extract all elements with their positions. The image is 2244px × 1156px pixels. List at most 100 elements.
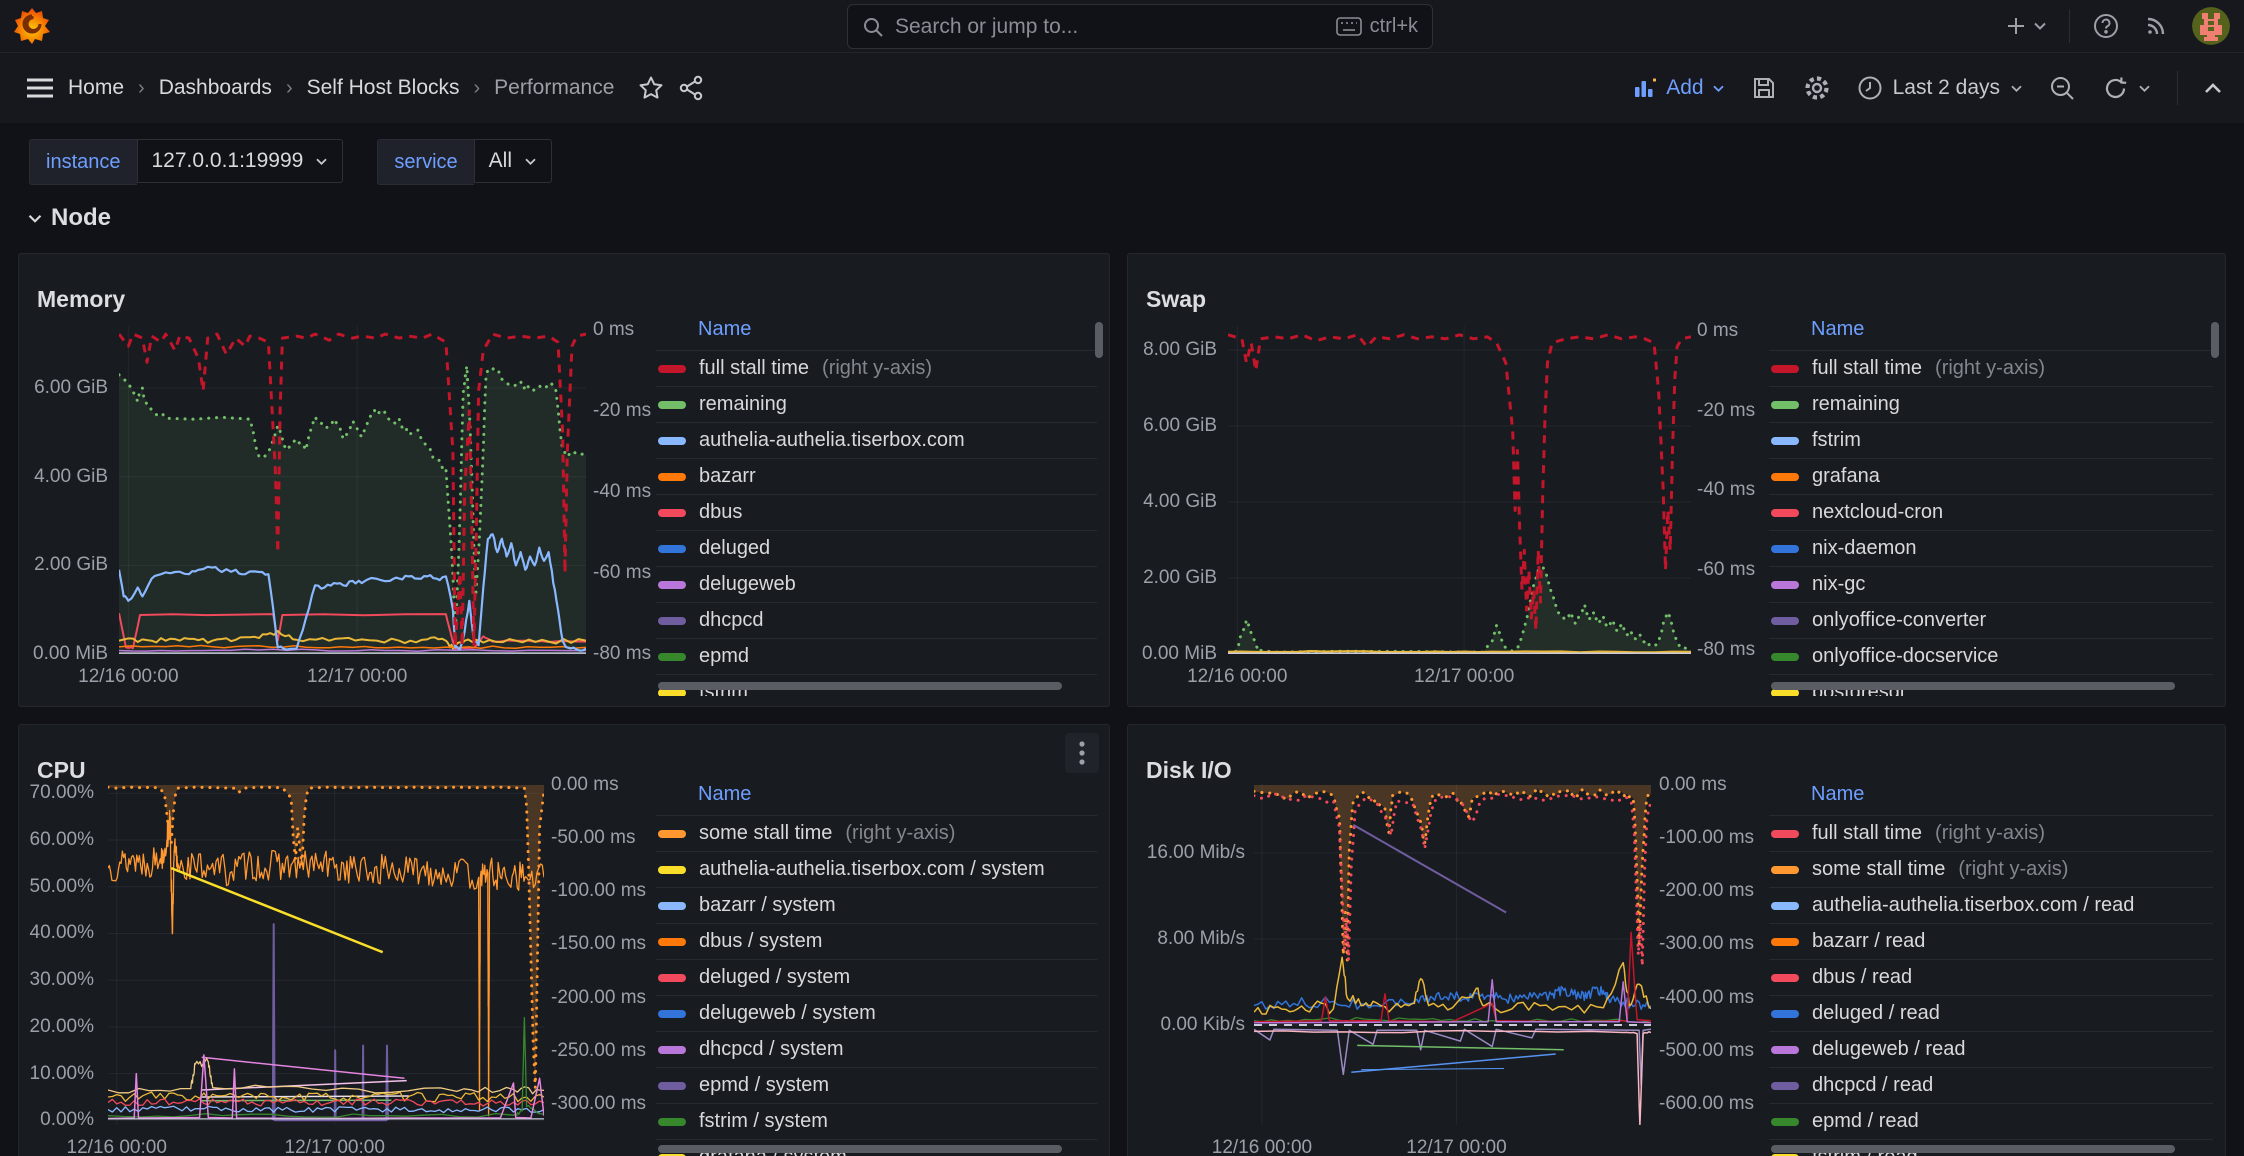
legend-horizontal-scrollbar[interactable] [1771,682,2175,690]
legend-item[interactable]: full stall time (right y-axis) [1769,350,2213,386]
legend-item[interactable]: remaining [656,386,1097,422]
legend-item[interactable]: delugeweb [656,566,1097,602]
legend-series-label: some stall time [1812,858,1945,881]
y-axis-label-right: -60 ms [1697,559,1755,581]
legend-series-label: some stall time [699,822,832,845]
legend-series-color-swatch [1771,1082,1799,1090]
time-range-picker[interactable]: Last 2 days [1857,75,2023,101]
add-button[interactable]: Add [1634,76,1724,100]
y-axis-label-right: -600.00 ms [1659,1093,1754,1115]
legend-item[interactable]: authelia-authelia.tiserbox.com / system [656,851,1097,887]
plot[interactable] [1228,326,1691,654]
legend-item[interactable]: nix-gc [1769,566,2213,602]
legend-item[interactable]: some stall time (right y-axis) [1769,851,2213,887]
legend-item[interactable]: deluged [656,530,1097,566]
plot[interactable] [1254,784,1651,1125]
collapse-toolbar-chevron-icon[interactable] [2204,82,2222,94]
chevron-down-icon [2033,21,2047,31]
plot[interactable] [108,784,544,1125]
x-axis-label: 12/17 00:00 [307,666,407,688]
legend-series-label: full stall time [1812,822,1922,845]
news-rss-icon[interactable] [2142,12,2170,40]
y-axis-label-right: -100.00 ms [551,880,646,902]
legend: Namesome stall time (right y-axis)authel… [656,783,1097,1156]
legend-item[interactable]: grafana [1769,458,2213,494]
legend-item[interactable]: epmd / system [656,1067,1097,1103]
refresh-icon[interactable] [2102,75,2151,102]
legend-item[interactable]: full stall time (right y-axis) [1769,815,2213,851]
legend-item[interactable]: deluged / read [1769,995,2213,1031]
new-button[interactable] [2005,15,2047,37]
legend-series-color-swatch [658,830,686,838]
legend-item[interactable]: remaining [1769,386,2213,422]
legend-item[interactable]: fstrim [1769,422,2213,458]
search-input[interactable]: Search or jump to... ctrl+k [847,4,1433,49]
dashboard-settings-gear-icon[interactable] [1803,74,1831,102]
legend-series-color-swatch [1771,902,1799,910]
legend-series-color-swatch [658,1010,686,1018]
legend-item[interactable]: epmd [656,638,1097,674]
favorite-star-icon[interactable] [638,75,664,101]
chevron-down-icon [2138,84,2151,93]
legend-series-color-swatch [658,1046,686,1054]
y-axis-label-left: 20.00% [19,1016,94,1038]
legend-item[interactable]: bazarr [656,458,1097,494]
y-axis-label-left: 0.00 MiB [1128,643,1217,665]
legend-item[interactable]: dhcpcd / system [656,1031,1097,1067]
legend-item[interactable]: nix-daemon [1769,530,2213,566]
menu-hamburger-icon[interactable] [26,77,54,99]
legend-item[interactable]: delugeweb / system [656,995,1097,1031]
legend-horizontal-scrollbar[interactable] [658,1145,1062,1153]
legend-item[interactable]: authelia-authelia.tiserbox.com [656,422,1097,458]
legend-item[interactable]: deluged / system [656,959,1097,995]
legend-item[interactable]: bazarr / system [656,887,1097,923]
breadcrumb-item[interactable]: Dashboards [159,76,272,100]
legend-item[interactable]: dbus / system [656,923,1097,959]
legend-item[interactable]: dbus [656,494,1097,530]
y-axis-label-right: -50.00 ms [551,827,635,849]
share-icon[interactable] [678,75,704,101]
legend-series-color-swatch [1771,401,1799,409]
legend-item[interactable]: dhcpcd / read [1769,1067,2213,1103]
breadcrumb-item[interactable]: Self Host Blocks [307,76,460,100]
legend-item[interactable]: authelia-authelia.tiserbox.com / read [1769,887,2213,923]
plot[interactable] [119,326,586,654]
grafana-logo-icon[interactable] [12,6,52,46]
breadcrumb-item[interactable]: Home [68,76,124,100]
help-icon[interactable] [2092,12,2120,40]
legend-series-label: nextcloud-cron [1812,501,1943,524]
zoom-out-icon[interactable] [2049,75,2076,102]
legend-item[interactable]: dbus / read [1769,959,2213,995]
legend-item[interactable]: some stall time (right y-axis) [656,815,1097,851]
legend-item[interactable]: onlyoffice-docservice [1769,638,2213,674]
legend-horizontal-scrollbar[interactable] [658,682,1062,690]
legend-series-color-swatch [1771,974,1799,982]
legend-vertical-scrollbar[interactable] [1095,322,1103,358]
variable-value-dropdown[interactable]: All [474,139,552,183]
breadcrumb: Home›Dashboards›Self Host Blocks›Perform… [68,76,614,100]
search-placeholder: Search or jump to... [895,15,1325,39]
legend-series-color-swatch [658,902,686,910]
legend-series-label: deluged [699,537,770,560]
legend-series-label: bazarr / system [699,894,836,917]
legend-item[interactable]: full stall time (right y-axis) [656,350,1097,386]
avatar[interactable] [2192,7,2230,45]
save-dashboard-icon[interactable] [1751,75,1777,101]
legend-series-color-swatch [1771,938,1799,946]
legend-vertical-scrollbar[interactable] [2211,322,2219,358]
legend-item[interactable]: dhcpcd [656,602,1097,638]
legend-item[interactable]: bazarr / read [1769,923,2213,959]
legend-item[interactable]: fstrim / system [656,1103,1097,1139]
legend-series-label: authelia-authelia.tiserbox.com / system [699,858,1045,881]
legend-item[interactable]: delugeweb / read [1769,1031,2213,1067]
legend-series-label: nix-daemon [1812,537,1917,560]
legend-item[interactable]: epmd / read [1769,1103,2213,1139]
legend-series-label: epmd [699,645,749,668]
legend-item[interactable]: nextcloud-cron [1769,494,2213,530]
legend-item[interactable]: onlyoffice-converter [1769,602,2213,638]
row-node[interactable]: Node [27,204,111,232]
legend-horizontal-scrollbar[interactable] [1771,1145,2175,1153]
legend-series-color-swatch [1771,866,1799,874]
y-axis-label-left: 30.00% [19,969,94,991]
variable-value-dropdown[interactable]: 127.0.0.1:19999 [137,139,344,183]
